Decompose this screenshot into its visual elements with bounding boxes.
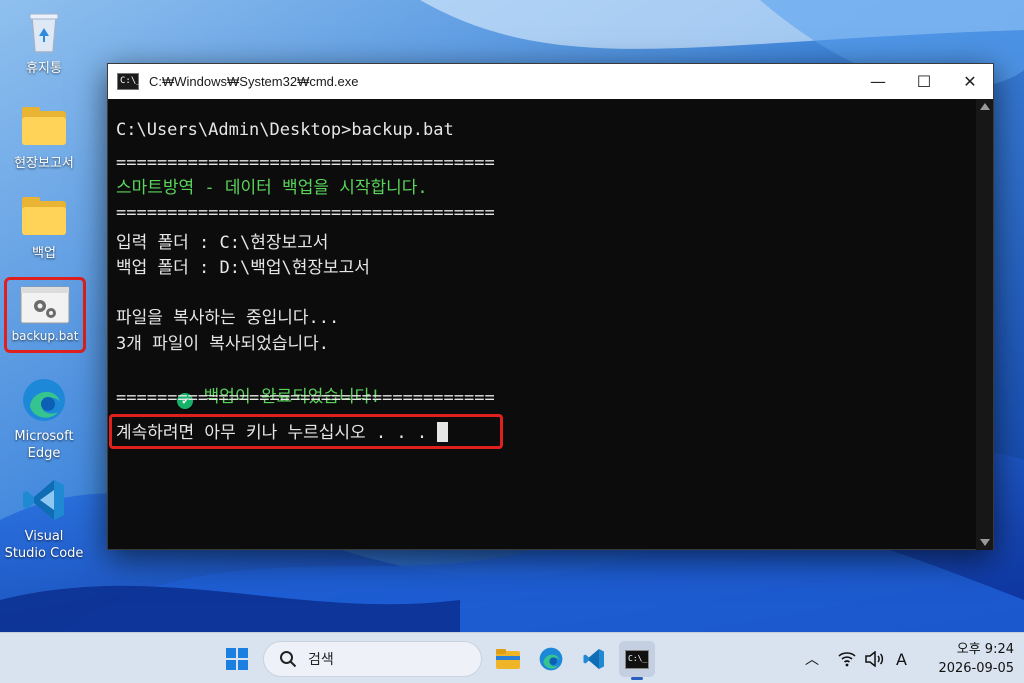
desktop-icon-backup-bat[interactable]: backup.bat bbox=[4, 277, 86, 353]
desktop-icon-label: 휴지통 bbox=[26, 61, 62, 76]
clock-time: 오후 9:24 bbox=[956, 642, 1014, 657]
file-explorer-icon bbox=[496, 649, 520, 669]
desktop-icon-microsoft-edge[interactable]: Microsoft Edge bbox=[0, 376, 88, 462]
search-placeholder: 검색 bbox=[308, 652, 334, 668]
taskbar-edge[interactable] bbox=[533, 641, 569, 677]
desktop-icon-visual-studio-code[interactable]: Visual Studio Code bbox=[0, 476, 88, 562]
maximize-button[interactable]: ☐ bbox=[901, 64, 947, 99]
command-prompt-icon: C:\_ bbox=[625, 649, 649, 669]
desktop-icon-label: Microsoft Edge bbox=[14, 429, 74, 461]
scroll-down-arrow-icon[interactable] bbox=[980, 539, 990, 546]
volume-control[interactable] bbox=[864, 641, 884, 677]
terminal-output[interactable]: C:\Users\Admin\Desktop>backup.bat ======… bbox=[116, 116, 976, 546]
search-icon bbox=[280, 651, 297, 668]
terminal-copied-line: 3개 파일이 복사되었습니다. bbox=[116, 334, 329, 354]
desktop-icon-label: 백업 bbox=[32, 246, 56, 261]
vscode-icon bbox=[20, 476, 68, 524]
terminal-prompt-line: C:\Users\Admin\Desktop>backup.bat bbox=[116, 120, 454, 140]
recycle-bin-icon bbox=[20, 8, 68, 56]
edge-icon bbox=[539, 647, 563, 671]
cmd-window[interactable]: C:\_ C:₩Windows₩System32₩cmd.exe — ☐ ✕ C… bbox=[107, 63, 994, 550]
terminal-scrollbar[interactable] bbox=[976, 99, 993, 550]
vscode-icon bbox=[583, 649, 604, 669]
terminal-separator: ===================================== bbox=[116, 153, 495, 173]
desktop-icon-backup-folder[interactable]: 백업 bbox=[0, 193, 88, 262]
desktop-icon-recycle-bin[interactable]: 휴지통 bbox=[0, 8, 88, 77]
batch-file-gears-icon bbox=[20, 286, 70, 324]
terminal-backup-folder-line: 백업 폴더 : D:\백업\현장보고서 bbox=[116, 258, 370, 278]
taskbar-search-box[interactable]: 검색 bbox=[263, 641, 482, 677]
terminal-separator: ===================================== bbox=[116, 203, 495, 223]
edge-icon bbox=[20, 376, 68, 424]
folder-icon bbox=[20, 103, 68, 151]
input-method-indicator[interactable]: A bbox=[896, 641, 907, 677]
desktop-icon-label: backup.bat bbox=[11, 329, 79, 343]
cmd-app-icon: C:\_ bbox=[117, 73, 142, 90]
taskbar-command-prompt[interactable]: C:\_ bbox=[619, 641, 655, 680]
clock-date: 2026-09-05 bbox=[938, 661, 1014, 676]
windows-logo-icon bbox=[226, 648, 248, 670]
taskbar-file-explorer[interactable] bbox=[490, 641, 526, 677]
folder-icon bbox=[20, 193, 68, 241]
show-hidden-icons-button[interactable]: ︿ bbox=[805, 641, 819, 677]
speaker-icon bbox=[865, 651, 884, 667]
window-title: C:₩Windows₩System32₩cmd.exe bbox=[149, 74, 359, 89]
close-button[interactable]: ✕ bbox=[947, 64, 993, 99]
continue-prompt-highlight bbox=[109, 414, 503, 449]
terminal-separator: ===================================== bbox=[116, 388, 495, 408]
terminal-copying-line: 파일을 복사하는 중입니다... bbox=[116, 308, 340, 328]
taskbar-clock[interactable]: 오후 9:24 2026-09-05 bbox=[928, 640, 1014, 678]
desktop-icon-label: 현장보고서 bbox=[14, 156, 74, 171]
desktop-icon-label: Visual Studio Code bbox=[4, 529, 84, 561]
start-button[interactable] bbox=[219, 641, 255, 677]
network-status[interactable] bbox=[838, 641, 856, 677]
minimize-button[interactable]: — bbox=[855, 64, 901, 99]
terminal-done-line: ✔ 백업이 완료되었습니다! bbox=[116, 361, 381, 409]
taskbar-vscode[interactable] bbox=[576, 641, 612, 677]
desktop-icon-field-reports-folder[interactable]: 현장보고서 bbox=[0, 103, 88, 172]
window-titlebar[interactable]: C:\_ C:₩Windows₩System32₩cmd.exe — ☐ ✕ bbox=[108, 64, 993, 99]
scroll-up-arrow-icon[interactable] bbox=[980, 103, 990, 110]
terminal-input-folder-line: 입력 폴더 : C:\현장보고서 bbox=[116, 233, 329, 253]
terminal-banner-line: 스마트방역 - 데이터 백업을 시작합니다. bbox=[116, 178, 428, 198]
taskbar: 검색 C:\_ ︿ A 오후 9:24 2026-09-05 bbox=[0, 632, 1024, 683]
chevron-up-icon: ︿ bbox=[805, 652, 819, 668]
wifi-icon bbox=[838, 652, 856, 667]
